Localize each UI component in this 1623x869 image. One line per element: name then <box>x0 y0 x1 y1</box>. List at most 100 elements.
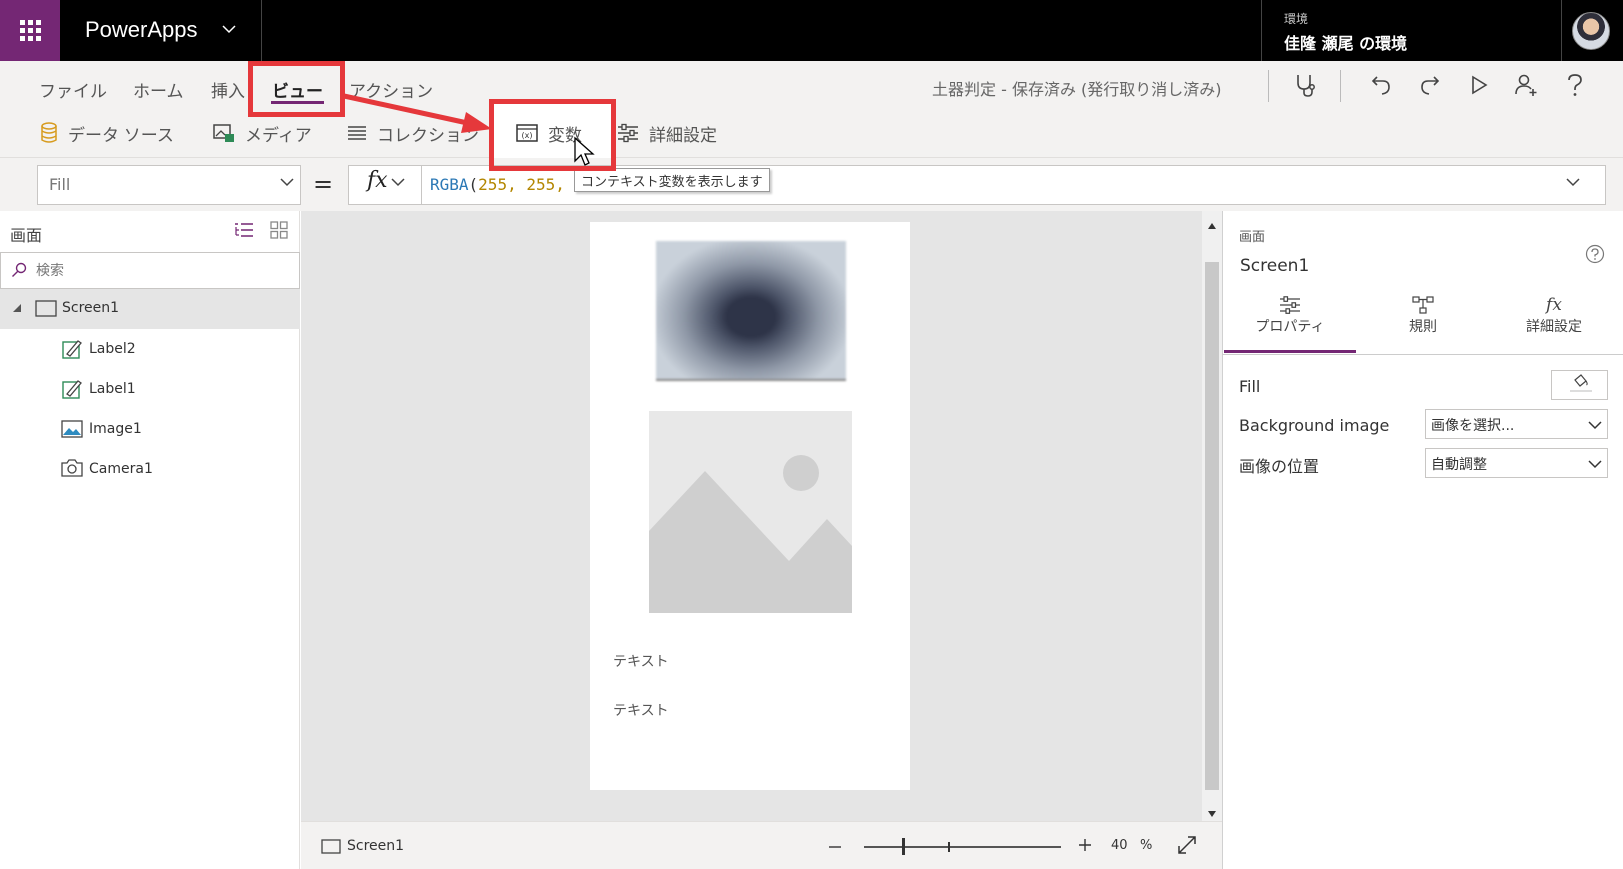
tab-rules-label: 規則 <box>1409 319 1437 335</box>
data-sources-label: データ ソース <box>68 125 174 145</box>
chevron-down-icon[interactable] <box>222 22 236 38</box>
mouse-cursor-icon <box>574 136 595 166</box>
thumbnail-view-button[interactable] <box>270 221 288 243</box>
label1-text[interactable]: テキスト <box>613 651 669 671</box>
data-sources-button[interactable]: データ ソース <box>40 118 174 148</box>
tree-item-camera1[interactable]: Camera1 <box>89 461 153 477</box>
tab-advanced-label: 詳細設定 <box>1526 319 1582 335</box>
chevron-down-icon <box>1588 421 1602 430</box>
divider <box>1340 70 1341 102</box>
menu-insert[interactable]: 挿入 <box>211 77 245 102</box>
selected-control-type: 画面 <box>1239 230 1266 245</box>
app-title[interactable]: PowerApps <box>85 17 198 43</box>
image-position-dropdown[interactable]: 自動調整 <box>1425 448 1608 478</box>
equals-sign: = <box>313 170 334 198</box>
variables-tooltip: コンテキスト変数を表示します <box>574 168 770 192</box>
media-icon <box>213 124 234 142</box>
settings-sliders-icon <box>1280 296 1300 314</box>
zoom-percentage: 40 % <box>1111 838 1152 853</box>
selected-control-name[interactable]: Screen1 <box>1240 256 1309 276</box>
menu-file[interactable]: ファイル <box>39 77 107 102</box>
scroll-down-icon[interactable] <box>1207 806 1217 822</box>
image-position-label: 画像の位置 <box>1239 457 1320 476</box>
settings-sliders-icon <box>618 123 638 143</box>
formula-paren: ( <box>468 175 479 194</box>
scrollbar-thumb[interactable] <box>1205 262 1219 790</box>
media-label: メディア <box>245 125 312 145</box>
zoom-in-button[interactable] <box>1078 838 1092 856</box>
chevron-down-icon <box>1588 460 1602 469</box>
app-launcher-button[interactable] <box>0 0 60 61</box>
background-image-value: 画像を選択... <box>1431 418 1515 434</box>
advanced-settings-button[interactable]: 詳細設定 <box>617 118 717 148</box>
fit-to-window-button[interactable] <box>1177 835 1197 859</box>
divider <box>1222 354 1623 355</box>
expand-diagonal-icon <box>1178 836 1196 854</box>
zoom-slider-thumb[interactable] <box>902 838 905 855</box>
label2-text[interactable]: テキスト <box>613 700 669 720</box>
zoom-slider-midmark <box>948 842 950 852</box>
help-circle-icon[interactable] <box>1585 244 1605 268</box>
screen-icon <box>35 300 57 321</box>
divider <box>261 0 262 61</box>
environment-name[interactable]: 佳隆 瀬尾 の環境 <box>1284 30 1407 54</box>
formula-text: RGBA(255, 255, <box>430 175 565 194</box>
fill-label: Fill <box>1239 377 1261 396</box>
redo-button[interactable] <box>1415 70 1445 100</box>
tree-item-image1[interactable]: Image1 <box>89 421 142 437</box>
chevron-down-icon[interactable] <box>391 175 405 191</box>
undo-button[interactable] <box>1366 70 1396 100</box>
background-image-label: Background image <box>1239 416 1390 435</box>
annotation-box-variables <box>489 99 616 171</box>
tree-item-label2[interactable]: Label2 <box>89 341 136 357</box>
label-control-icon <box>62 339 82 363</box>
tab-rules[interactable]: 規則 <box>1358 296 1488 336</box>
environment-label: 環境 <box>1284 12 1309 26</box>
property-dropdown[interactable] <box>37 165 301 205</box>
preview-button[interactable] <box>1464 70 1494 100</box>
image-placeholder-icon <box>649 455 852 613</box>
zoom-out-button[interactable] <box>828 838 842 859</box>
question-icon <box>1568 74 1582 96</box>
database-icon <box>41 122 57 143</box>
help-button[interactable] <box>1560 70 1590 100</box>
app-checker-button[interactable] <box>1290 70 1320 100</box>
zoom-value: 40 <box>1111 838 1128 853</box>
rules-flow-icon <box>1412 296 1434 314</box>
current-screen-label[interactable]: Screen1 <box>347 838 404 854</box>
tab-properties-label: プロパティ <box>1255 319 1325 335</box>
tree-view-toggle-button[interactable] <box>234 222 254 242</box>
tab-advanced[interactable]: fx 詳細設定 <box>1489 296 1619 336</box>
image1-placeholder[interactable] <box>649 411 852 613</box>
scroll-up-icon[interactable] <box>1207 218 1217 234</box>
divider <box>1268 70 1269 102</box>
tab-properties[interactable]: プロパティ <box>1225 296 1355 336</box>
share-button[interactable] <box>1511 70 1541 100</box>
avatar[interactable] <box>1572 12 1610 50</box>
fx-icon: fx <box>367 168 388 193</box>
expand-formula-icon[interactable] <box>1566 175 1580 191</box>
plus-icon <box>1079 839 1091 851</box>
search-icon <box>11 262 27 282</box>
search-placeholder: 検索 <box>36 263 64 279</box>
menu-home[interactable]: ホーム <box>133 77 184 102</box>
tree-list-icon <box>235 223 253 237</box>
divider <box>1561 0 1562 61</box>
annotation-arrow <box>343 93 492 133</box>
collapse-triangle-icon[interactable] <box>12 301 22 317</box>
media-button[interactable]: メディア <box>213 118 312 148</box>
fill-color-picker[interactable] <box>1551 370 1608 400</box>
redo-icon <box>1421 76 1440 95</box>
camera1-preview[interactable] <box>656 241 846 381</box>
background-image-dropdown[interactable]: 画像を選択... <box>1425 409 1608 439</box>
zoom-unit: % <box>1139 838 1153 853</box>
camera-control-icon <box>61 459 83 481</box>
formula-args: 255, 255, <box>478 175 565 194</box>
image-position-value: 自動調整 <box>1431 457 1487 473</box>
chevron-down-icon[interactable] <box>280 175 294 191</box>
zoom-slider[interactable] <box>864 846 1061 848</box>
tree-item-label1[interactable]: Label1 <box>89 381 136 397</box>
advanced-settings-label: 詳細設定 <box>649 125 717 145</box>
tree-view-title: 画面 <box>10 226 43 245</box>
fx-icon: fx <box>1546 295 1562 315</box>
